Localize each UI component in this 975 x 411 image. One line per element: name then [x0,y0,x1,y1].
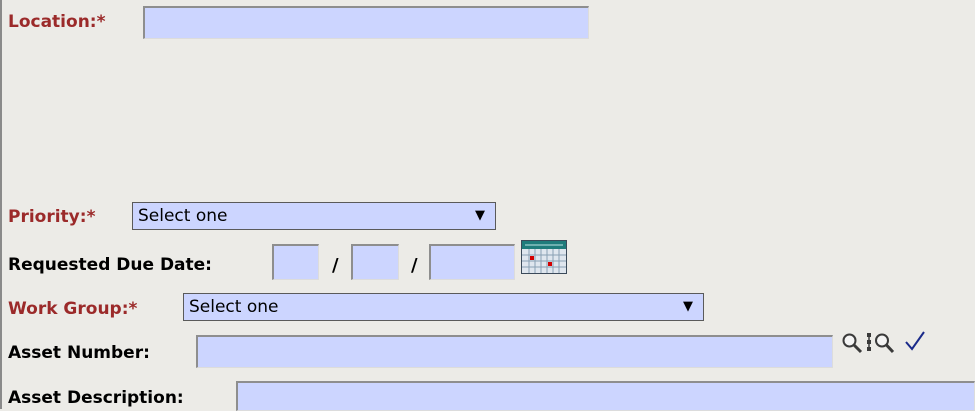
asset-description-label: Asset Description: [8,388,184,408]
form-left-border [0,0,2,409]
due-date-day-input[interactable] [351,244,399,280]
location-label: Location:* [8,12,106,32]
dropdown-arrow-icon: ▼ [683,299,693,314]
calendar-icon[interactable] [521,240,567,274]
tree-search-icon[interactable] [866,332,896,354]
magnifier-icon[interactable] [841,332,863,354]
dropdown-arrow-icon: ▼ [475,208,485,223]
work-group-select[interactable]: Select one ▼ [183,293,704,321]
work-group-selected-value: Select one [189,297,279,317]
requested-due-date-label: Requested Due Date: [8,255,212,275]
priority-selected-value: Select one [138,206,228,226]
work-group-label: Work Group:* [8,299,138,319]
asset-description-input[interactable] [236,381,975,411]
due-date-year-input[interactable] [429,244,515,280]
location-input[interactable] [143,6,589,39]
priority-label: Priority:* [8,207,96,227]
date-separator: / [411,255,418,276]
due-date-month-input[interactable] [272,244,319,280]
priority-select[interactable]: Select one ▼ [132,202,496,230]
asset-number-input[interactable] [196,335,833,368]
asset-number-label: Asset Number: [8,343,150,363]
checkmark-icon[interactable] [904,330,926,352]
date-separator: / [332,255,339,276]
